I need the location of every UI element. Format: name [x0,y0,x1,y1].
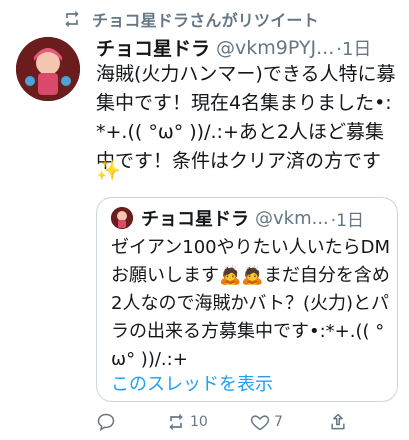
retweet-count: 10 [190,414,208,430]
retweet-button[interactable]: 10 [166,412,208,432]
reply-icon [97,413,115,432]
quoted-tweet-header: チョコ星ドラ @vkm... ·1日 [111,205,364,231]
reply-button[interactable] [96,412,116,432]
tweet-actions: 10 7 [96,408,396,436]
share-button[interactable] [328,412,348,432]
quoted-author-name: チョコ星ドラ [141,209,249,230]
tweet-body: 海賊(火力ハンマー)できる人特に募集中です！現在4名集まりました•:*+.(( … [96,63,396,172]
retweet-banner[interactable]: チョコ星ドラさんがリツイート [62,6,319,32]
retweet-icon [169,413,183,431]
like-count: 7 [274,414,283,430]
quoted-tweet-body: ゼイアン100やりたい人いたらDMお願いします🙇🙇まだ自分を含め2人なので海賊か… [111,237,391,370]
tweet-time[interactable]: ·1日 [336,35,371,61]
retweet-icon [62,9,82,29]
quoted-tweet-time: ·1日 [330,210,365,231]
retweet-banner-text: チョコ星ドラさんがリツイート [92,11,319,30]
heart-icon [250,415,270,431]
share-icon [331,413,345,430]
avatar[interactable] [16,37,80,101]
quoted-author-handle: @vkm... [255,207,329,229]
show-thread-link[interactable]: このスレッドを表示 [111,370,273,396]
sparkle-emoji: ✨ [96,158,121,182]
author-name[interactable]: チョコ星ドラ [96,34,210,61]
author-handle[interactable]: @vkm9PYJ... [216,37,334,59]
quoted-tweet[interactable]: チョコ星ドラ @vkm... ·1日 ゼイアン100やりたい人いたらDMお願いし… [96,197,398,402]
tweet-header: チョコ星ドラ @vkm9PYJ... ·1日 [96,34,401,61]
like-button[interactable]: 7 [250,412,283,432]
quoted-avatar [111,207,133,229]
